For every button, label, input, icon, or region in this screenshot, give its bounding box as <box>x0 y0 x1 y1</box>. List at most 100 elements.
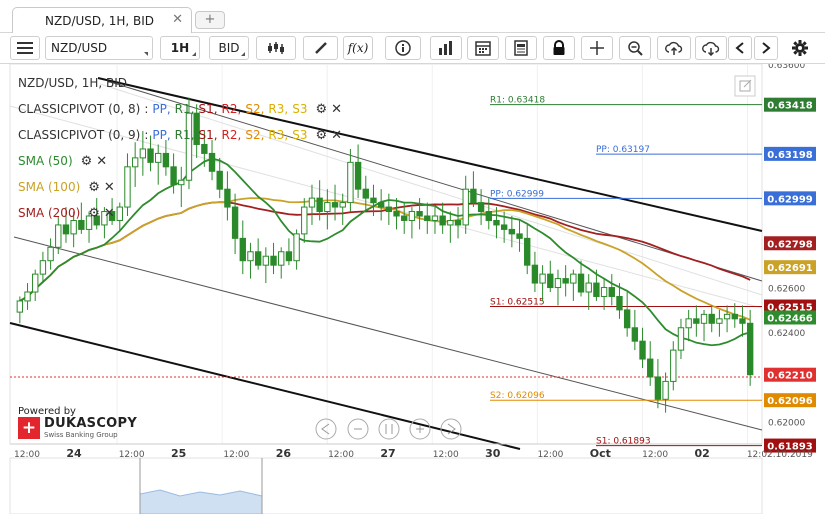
candle-body <box>647 358 654 378</box>
legend-sma100-name: SMA (100) <box>18 180 81 194</box>
candle-body <box>16 300 24 313</box>
pivot-label: S1: 0.62515 <box>490 298 545 308</box>
legend-sma50[interactable]: SMA (50) ⚙ ✕ <box>18 148 342 174</box>
menu-button[interactable] <box>10 36 40 60</box>
candle-body <box>524 237 531 266</box>
candle-body <box>254 251 262 266</box>
lock-button[interactable] <box>543 36 575 60</box>
candle-body <box>577 273 585 293</box>
legend-r3: R3, <box>268 128 289 142</box>
legend-pivot-8[interactable]: CLASSICPIVOT (0, 8) : PP, R1, S1, R2, S2… <box>18 96 342 122</box>
draw-button[interactable] <box>303 36 338 60</box>
candle-body <box>723 313 731 320</box>
scroll-right-button[interactable] <box>754 36 778 60</box>
close-icon[interactable]: ✕ <box>96 154 107 169</box>
volume-chart-icon <box>439 41 452 55</box>
candle-body <box>247 251 254 262</box>
close-icon[interactable]: ✕ <box>331 102 342 117</box>
candle-body <box>539 273 546 284</box>
legend-sma100[interactable]: SMA (100) ⚙ ✕ <box>18 174 342 200</box>
calendar-button[interactable] <box>467 36 499 60</box>
candle-body <box>500 224 508 230</box>
price-label-text: 0.62691 <box>767 263 813 274</box>
candle-body <box>746 322 754 376</box>
crosshair-icon <box>590 41 604 55</box>
period-select[interactable]: 1H <box>160 36 200 60</box>
pivot-label: PP: 0.63197 <box>596 145 650 155</box>
bar-style-icon <box>268 42 284 54</box>
volume-button[interactable] <box>430 36 462 60</box>
candle-body <box>62 224 70 235</box>
legend-s1: S1, <box>198 102 218 116</box>
legend-sma200[interactable]: SMA (200) ⚙ ✕ <box>18 200 342 226</box>
candle-body <box>278 251 285 266</box>
candle-body <box>731 313 738 320</box>
legend-pp: PP, <box>152 128 171 142</box>
price-label-text: 0.62798 <box>767 239 813 250</box>
brand-name: DUKASCOPY <box>44 416 138 431</box>
zoom-button[interactable] <box>619 36 651 60</box>
scroll-left-button[interactable] <box>728 36 752 60</box>
close-icon[interactable]: ✕ <box>104 206 115 221</box>
price-label-text: 0.62210 <box>767 371 813 382</box>
gear-icon[interactable]: ⚙ <box>81 154 93 169</box>
gear-icon[interactable]: ⚙ <box>88 206 100 221</box>
legend-colon: : <box>144 128 149 142</box>
cloud-upload-button[interactable] <box>657 36 691 60</box>
candle-body <box>270 255 277 266</box>
candle-body <box>708 313 715 324</box>
legend-colon: : <box>144 102 149 116</box>
y-tick-label: 0.62400 <box>768 329 805 339</box>
candle-body <box>24 291 31 302</box>
side-select[interactable]: BID <box>209 36 249 60</box>
symbol-select-value: NZD/USD <box>51 41 108 55</box>
candle-body <box>662 380 669 400</box>
candle-body <box>47 246 54 262</box>
legend-s2: S2, <box>245 128 265 142</box>
news-button[interactable] <box>505 36 537 60</box>
candle-body <box>562 278 569 284</box>
bar-style-button[interactable] <box>256 36 296 60</box>
gear-icon[interactable]: ⚙ <box>315 102 327 117</box>
new-tab-button[interactable]: + <box>195 11 225 29</box>
symbol-select[interactable]: NZD/USD <box>45 36 153 60</box>
candle-body <box>470 188 477 204</box>
news-sheet-icon <box>514 40 528 56</box>
candle-body <box>616 295 623 311</box>
info-button[interactable] <box>385 36 421 60</box>
candle-body <box>393 211 400 217</box>
gear-icon[interactable]: ⚙ <box>315 128 327 143</box>
candle-body <box>693 318 700 324</box>
price-label-text: 0.63418 <box>767 101 813 112</box>
legend-r2: R2, <box>221 102 242 116</box>
candle-body <box>454 219 462 226</box>
candle-body <box>654 376 662 400</box>
indicators-button[interactable]: f(x) <box>343 36 373 60</box>
candle-body <box>239 237 246 262</box>
calendar-icon <box>475 41 491 56</box>
candle-body <box>462 188 469 226</box>
legend-r1: R1, <box>174 128 195 142</box>
candle-body <box>493 219 500 226</box>
navigator-strip[interactable] <box>9 457 763 514</box>
chart-area[interactable]: R1: 0.63418 PP: 0.63197 PP: 0.62999 S1: 0.6… <box>0 64 825 514</box>
gear-icon[interactable]: ⚙ <box>88 180 100 195</box>
detach-window-icon[interactable] <box>734 75 756 97</box>
settings-button[interactable] <box>787 36 813 60</box>
y-tick-label: 0.62000 <box>768 419 805 429</box>
cloud-download-button[interactable] <box>695 36 727 60</box>
candle-body <box>739 318 746 324</box>
close-icon[interactable]: ✕ <box>172 12 183 27</box>
cloud-upload-icon <box>665 41 683 55</box>
legend-r2: R2, <box>221 128 242 142</box>
chart-tab[interactable]: NZD/USD, 1H, BID ✕ <box>12 7 192 33</box>
legend-pivot-9[interactable]: CLASSICPIVOT (0, 9) : PP, R1, S1, R2, S2… <box>18 122 342 148</box>
candle-body <box>285 251 293 262</box>
draw-pencil-icon <box>314 42 327 54</box>
candle-body <box>39 260 47 275</box>
candle-body <box>639 340 646 360</box>
close-icon[interactable]: ✕ <box>104 180 115 195</box>
close-icon[interactable]: ✕ <box>331 128 342 143</box>
chevron-right-icon <box>762 42 771 54</box>
crosshair-button[interactable] <box>581 36 613 60</box>
